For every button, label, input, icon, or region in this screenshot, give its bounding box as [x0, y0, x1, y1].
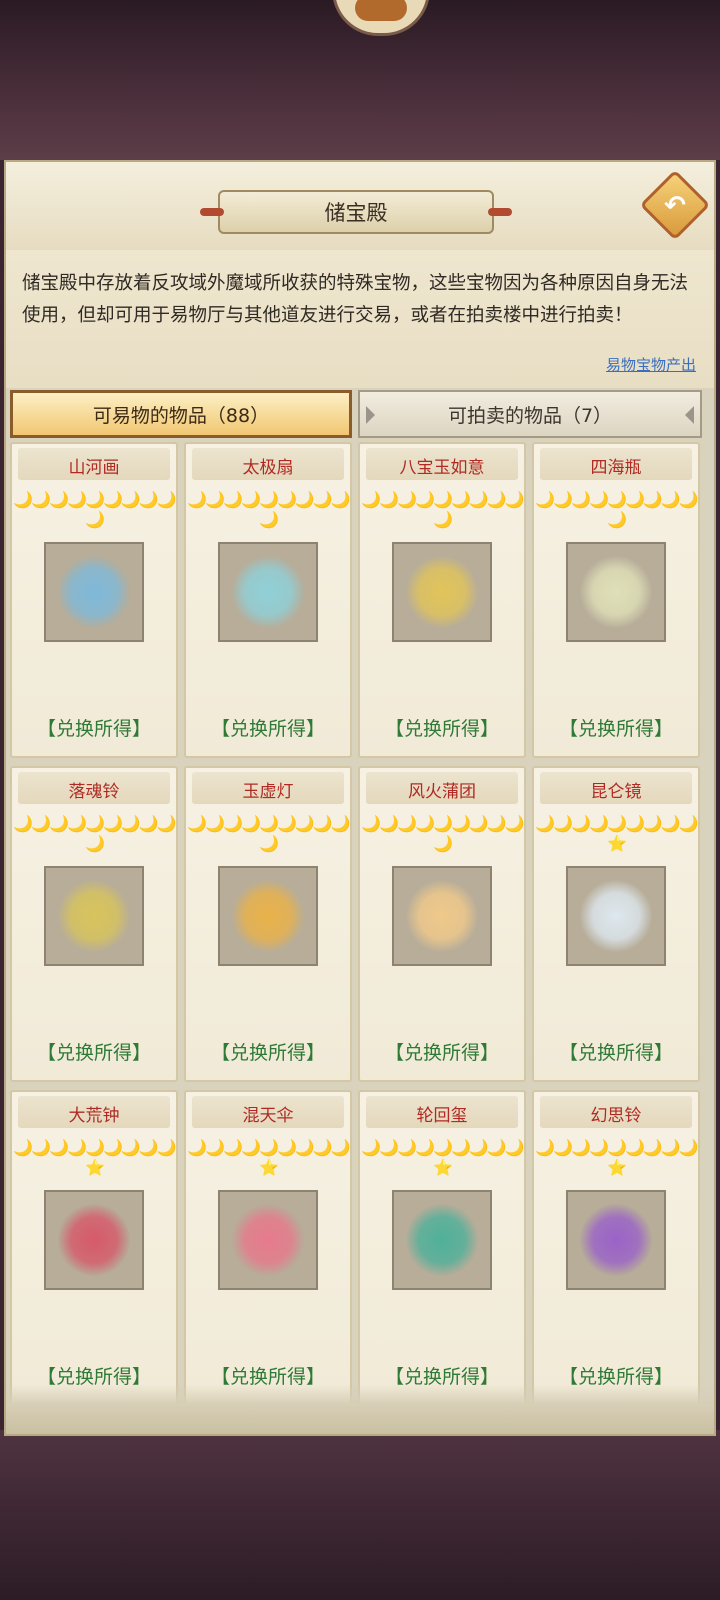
item-name: 四海瓶 — [590, 458, 642, 478]
item-image-icon — [580, 880, 652, 952]
item-card[interactable]: 混天伞 🌙🌙🌙🌙🌙🌙🌙🌙🌙⭐ 【兑换所得】 — [184, 1090, 352, 1406]
item-image-icon — [58, 556, 130, 628]
exchange-source-link[interactable]: 易物宝物产出 — [606, 354, 696, 375]
item-name: 山河画 — [68, 458, 120, 478]
item-name: 太极扇 — [242, 458, 294, 478]
item-image-icon — [232, 556, 304, 628]
item-card[interactable]: 昆仑镜 🌙🌙🌙🌙🌙🌙🌙🌙🌙⭐ 【兑换所得】 — [532, 766, 700, 1082]
item-image-icon — [232, 880, 304, 952]
item-name: 轮回玺 — [416, 1106, 468, 1126]
item-image-icon — [580, 1204, 652, 1276]
item-image-frame[interactable] — [44, 1190, 144, 1290]
item-image-icon — [406, 1204, 478, 1276]
item-name: 玉虚灯 — [242, 782, 294, 802]
item-card[interactable]: 轮回玺 🌙🌙🌙🌙🌙🌙🌙🌙🌙⭐ 【兑换所得】 — [358, 1090, 526, 1406]
exchange-obtain-button[interactable]: 【兑换所得】 — [12, 714, 176, 741]
tab-auctionable-items[interactable]: 可拍卖的物品（7） — [358, 390, 702, 438]
item-image-icon — [232, 1204, 304, 1276]
panel-title: 储宝殿 — [200, 190, 512, 234]
item-image-frame[interactable] — [566, 1190, 666, 1290]
item-card[interactable]: 四海瓶 🌙🌙🌙🌙🌙🌙🌙🌙🌙🌙 【兑换所得】 — [532, 442, 700, 758]
item-grid: 山河画 🌙🌙🌙🌙🌙🌙🌙🌙🌙🌙 【兑换所得】 太极扇 🌙🌙🌙🌙🌙🌙🌙🌙🌙🌙 【兑换所得】 八宝… — [6, 442, 714, 1432]
item-image-frame[interactable] — [392, 542, 492, 642]
bottom-background — [0, 1430, 720, 1600]
item-stars: 🌙🌙🌙🌙🌙🌙🌙🌙🌙⭐ — [535, 814, 698, 853]
item-card[interactable]: 大荒钟 🌙🌙🌙🌙🌙🌙🌙🌙🌙⭐ 【兑换所得】 — [10, 1090, 178, 1406]
item-card[interactable]: 幻思铃 🌙🌙🌙🌙🌙🌙🌙🌙🌙⭐ 【兑换所得】 — [532, 1090, 700, 1406]
item-stars: 🌙🌙🌙🌙🌙🌙🌙🌙🌙🌙 — [535, 490, 698, 529]
item-stars: 🌙🌙🌙🌙🌙🌙🌙🌙🌙⭐ — [13, 1138, 176, 1177]
item-card[interactable]: 风火蒲团 🌙🌙🌙🌙🌙🌙🌙🌙🌙🌙 【兑换所得】 — [358, 766, 526, 1082]
panel-bottom-edge — [6, 1384, 714, 1434]
item-stars: 🌙🌙🌙🌙🌙🌙🌙🌙🌙🌙 — [361, 814, 524, 853]
item-image-icon — [406, 556, 478, 628]
item-stars: 🌙🌙🌙🌙🌙🌙🌙🌙🌙🌙 — [13, 490, 176, 529]
item-stars: 🌙🌙🌙🌙🌙🌙🌙🌙🌙⭐ — [535, 1138, 698, 1177]
item-stars: 🌙🌙🌙🌙🌙🌙🌙🌙🌙⭐ — [187, 1138, 350, 1177]
exchange-obtain-button[interactable]: 【兑换所得】 — [534, 1038, 698, 1065]
item-card[interactable]: 山河画 🌙🌙🌙🌙🌙🌙🌙🌙🌙🌙 【兑换所得】 — [10, 442, 178, 758]
item-stars: 🌙🌙🌙🌙🌙🌙🌙🌙🌙🌙 — [187, 490, 350, 529]
item-image-icon — [580, 556, 652, 628]
item-card[interactable]: 落魂铃 🌙🌙🌙🌙🌙🌙🌙🌙🌙🌙 【兑换所得】 — [10, 766, 178, 1082]
exchange-obtain-button[interactable]: 【兑换所得】 — [360, 714, 524, 741]
item-stars: 🌙🌙🌙🌙🌙🌙🌙🌙🌙🌙 — [361, 490, 524, 529]
back-arrow-icon[interactable]: ↶ — [652, 184, 698, 228]
item-image-frame[interactable] — [392, 866, 492, 966]
item-image-icon — [406, 880, 478, 952]
exchange-obtain-button[interactable]: 【兑换所得】 — [186, 714, 350, 741]
item-image-icon — [58, 1204, 130, 1276]
exchange-obtain-button[interactable]: 【兑换所得】 — [360, 1038, 524, 1065]
item-image-frame[interactable] — [44, 542, 144, 642]
exchange-obtain-button[interactable]: 【兑换所得】 — [186, 1038, 350, 1065]
item-name: 混天伞 — [242, 1106, 294, 1126]
tab-tradable-items[interactable]: 可易物的物品（88） — [10, 390, 352, 438]
item-stars: 🌙🌙🌙🌙🌙🌙🌙🌙🌙⭐ — [361, 1138, 524, 1177]
item-image-frame[interactable] — [218, 866, 318, 966]
item-name: 八宝玉如意 — [399, 458, 485, 478]
panel-header: 储宝殿 ↶ — [6, 162, 714, 250]
item-name: 风火蒲团 — [408, 782, 476, 802]
item-card[interactable]: 玉虚灯 🌙🌙🌙🌙🌙🌙🌙🌙🌙🌙 【兑换所得】 — [184, 766, 352, 1082]
item-image-frame[interactable] — [566, 542, 666, 642]
item-card[interactable]: 八宝玉如意 🌙🌙🌙🌙🌙🌙🌙🌙🌙🌙 【兑换所得】 — [358, 442, 526, 758]
item-name: 落魂铃 — [68, 782, 120, 802]
item-image-frame[interactable] — [218, 1190, 318, 1290]
exchange-obtain-button[interactable]: 【兑换所得】 — [534, 714, 698, 741]
item-stars: 🌙🌙🌙🌙🌙🌙🌙🌙🌙🌙 — [13, 814, 176, 853]
exchange-obtain-button[interactable]: 【兑换所得】 — [12, 1038, 176, 1065]
item-name: 幻思铃 — [590, 1106, 642, 1126]
item-stars: 🌙🌙🌙🌙🌙🌙🌙🌙🌙🌙 — [187, 814, 350, 853]
item-image-frame[interactable] — [392, 1190, 492, 1290]
item-image-icon — [58, 880, 130, 952]
treasure-hall-panel: 储宝殿 ↶ 储宝殿中存放着反攻域外魔域所收获的特殊宝物，这些宝物因为各种原因自身… — [4, 160, 716, 1436]
item-name: 昆仑镜 — [590, 782, 642, 802]
item-image-frame[interactable] — [566, 866, 666, 966]
description-text: 储宝殿中存放着反攻域外魔域所收获的特殊宝物，这些宝物因为各种原因自身无法使用，但… — [22, 273, 689, 326]
item-image-frame[interactable] — [218, 542, 318, 642]
item-name: 大荒钟 — [68, 1106, 120, 1126]
item-card[interactable]: 太极扇 🌙🌙🌙🌙🌙🌙🌙🌙🌙🌙 【兑换所得】 — [184, 442, 352, 758]
item-image-frame[interactable] — [44, 866, 144, 966]
